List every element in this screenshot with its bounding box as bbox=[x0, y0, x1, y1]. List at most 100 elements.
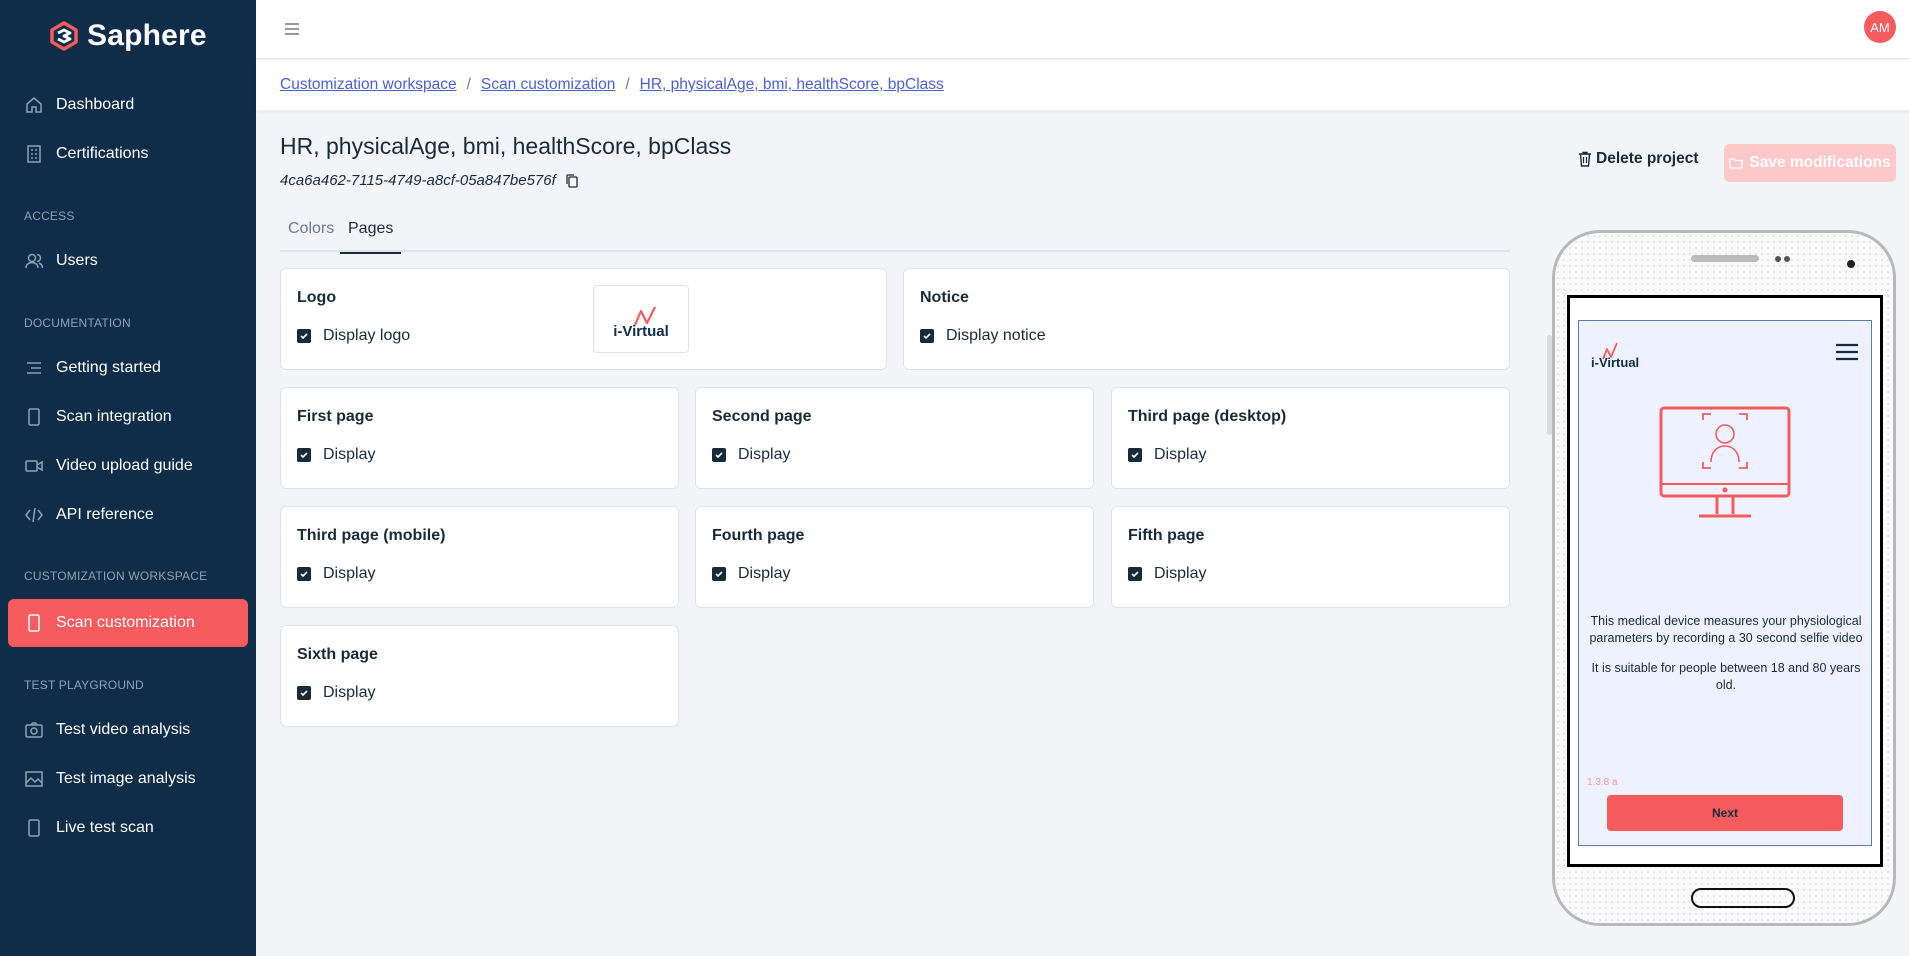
display-logo-checkbox[interactable]: Display logo bbox=[297, 327, 410, 345]
sidebar-item-scan-customization[interactable]: Scan customization bbox=[8, 599, 248, 647]
brand[interactable]: Saphere bbox=[49, 17, 207, 55]
phone-sensor bbox=[1775, 256, 1781, 262]
phone-preview: i-Virtual This medical device measures y… bbox=[1552, 230, 1896, 926]
code-icon bbox=[25, 507, 43, 523]
card-title: Fifth page bbox=[1128, 527, 1205, 544]
check-icon bbox=[300, 333, 308, 340]
checkbox-label: Display notice bbox=[946, 327, 1046, 344]
topbar: AM bbox=[256, 0, 1909, 59]
logo-lettering: i-Virtual bbox=[1591, 355, 1639, 369]
check-icon bbox=[300, 571, 308, 578]
lines-icon bbox=[27, 362, 41, 374]
copy-icon[interactable] bbox=[564, 173, 580, 189]
sixth-page-card: Sixth page Display bbox=[280, 625, 679, 727]
checkbox-label: Display bbox=[738, 446, 791, 463]
checkbox-label: Display logo bbox=[323, 327, 411, 344]
phone-speaker bbox=[1691, 255, 1759, 262]
card-title: Sixth page bbox=[297, 646, 378, 663]
i-virtual-logo-icon: i-Virtual bbox=[1591, 342, 1639, 369]
display-checkbox[interactable]: Display bbox=[1128, 565, 1206, 583]
tab-colors[interactable]: Colors bbox=[288, 220, 334, 252]
check-icon bbox=[715, 452, 723, 459]
preview-page: i-Virtual This medical device measures y… bbox=[1578, 320, 1872, 846]
tabs: Colors Pages bbox=[280, 215, 1510, 254]
sidebar-item-label: Dashboard bbox=[56, 96, 135, 113]
breadcrumb-item[interactable]: Customization workspace bbox=[280, 76, 457, 94]
fifth-page-card: Fifth page Display bbox=[1111, 506, 1510, 608]
tab-pages[interactable]: Pages bbox=[340, 220, 402, 254]
checkbox-label: Display bbox=[323, 446, 376, 463]
checkbox-label: Display bbox=[323, 565, 376, 582]
card-title: Fourth page bbox=[712, 527, 805, 544]
breadcrumb-item-current[interactable]: HR, physicalAge, bmi, healthScore, bpCla… bbox=[640, 76, 944, 94]
sidebar-item-scan-integration[interactable]: Scan integration bbox=[8, 393, 248, 441]
sidebar-item-live-test-scan[interactable]: Live test scan bbox=[8, 804, 248, 852]
sidebar-item-label: Scan customization bbox=[56, 614, 195, 631]
trash-icon bbox=[1579, 151, 1591, 167]
sidebar-item-label: Test image analysis bbox=[56, 770, 196, 787]
checkbox-checked[interactable] bbox=[297, 448, 311, 462]
display-checkbox[interactable]: Display bbox=[712, 446, 790, 464]
sidebar-item-label: API reference bbox=[56, 506, 154, 523]
sidebar-item-label: Certifications bbox=[56, 145, 149, 162]
delete-project-label: Delete project bbox=[1596, 150, 1699, 167]
sidebar-item-users[interactable]: Users bbox=[8, 237, 248, 285]
check-icon bbox=[715, 571, 723, 578]
sidebar-item-dashboard[interactable]: Dashboard bbox=[8, 81, 248, 129]
sidebar-item-getting-started[interactable]: Getting started bbox=[8, 344, 248, 392]
sidebar-item-certifications[interactable]: Certifications bbox=[8, 130, 248, 178]
card-title: Notice bbox=[920, 289, 969, 306]
phone-camera bbox=[1847, 260, 1855, 268]
image-icon bbox=[25, 771, 43, 787]
sidebar-item-label: Video upload guide bbox=[56, 457, 193, 474]
checkbox-label: Display bbox=[1154, 565, 1207, 582]
avatar[interactable]: AM bbox=[1864, 11, 1896, 43]
check-icon bbox=[300, 452, 308, 459]
display-checkbox[interactable]: Display bbox=[297, 446, 375, 464]
card-title: First page bbox=[297, 408, 374, 425]
section-documentation: DOCUMENTATION bbox=[24, 316, 131, 330]
sidebar-item-video-upload-guide[interactable]: Video upload guide bbox=[8, 442, 248, 490]
breadcrumb-separator: / bbox=[466, 76, 471, 93]
phone-home-button[interactable] bbox=[1691, 888, 1795, 908]
display-checkbox[interactable]: Display bbox=[297, 684, 375, 702]
display-checkbox[interactable]: Display bbox=[297, 565, 375, 583]
project-id-text: 4ca6a462-7115-4749-a8cf-05a847be576f bbox=[280, 172, 556, 189]
checkbox-checked[interactable] bbox=[920, 329, 934, 343]
breadcrumb-item[interactable]: Scan customization bbox=[481, 76, 615, 94]
checkbox-checked[interactable] bbox=[1128, 567, 1142, 581]
breadcrumb-separator: / bbox=[625, 76, 630, 93]
checkbox-checked[interactable] bbox=[1128, 448, 1142, 462]
phone-sensor bbox=[1784, 256, 1790, 262]
section-customization: CUSTOMIZATION WORKSPACE bbox=[24, 569, 208, 583]
third-page-mobile-card: Third page (mobile) Display bbox=[280, 506, 679, 608]
third-page-desktop-card: Third page (desktop) Display bbox=[1111, 387, 1510, 489]
sidebar: Saphere Dashboard Certifications ACCESS … bbox=[0, 0, 256, 956]
menu-icon[interactable] bbox=[1835, 343, 1859, 361]
delete-project-button[interactable]: Delete project bbox=[1578, 150, 1699, 168]
project-id: 4ca6a462-7115-4749-a8cf-05a847be576f bbox=[280, 172, 580, 189]
sidebar-item-api-reference[interactable]: API reference bbox=[8, 491, 248, 539]
card-title: Second page bbox=[712, 408, 812, 425]
checkbox-checked[interactable] bbox=[297, 329, 311, 343]
checkbox-checked[interactable] bbox=[297, 567, 311, 581]
section-access: ACCESS bbox=[24, 209, 75, 223]
preview-next-button[interactable]: Next bbox=[1607, 795, 1843, 831]
sidebar-item-test-image-analysis[interactable]: Test image analysis bbox=[8, 755, 248, 803]
sidebar-item-test-video-analysis[interactable]: Test video analysis bbox=[8, 706, 248, 754]
fourth-page-card: Fourth page Display bbox=[695, 506, 1094, 608]
checkbox-checked[interactable] bbox=[712, 448, 726, 462]
save-modifications-button[interactable]: Save modifications bbox=[1724, 144, 1896, 182]
display-checkbox[interactable]: Display bbox=[712, 565, 790, 583]
display-notice-checkbox[interactable]: Display notice bbox=[920, 327, 1046, 345]
checkbox-checked[interactable] bbox=[712, 567, 726, 581]
sidebar-item-label: Test video analysis bbox=[56, 721, 191, 738]
hamburger-menu-icon[interactable] bbox=[280, 17, 304, 41]
users-icon bbox=[25, 253, 44, 269]
display-checkbox[interactable]: Display bbox=[1128, 446, 1206, 464]
sidebar-item-label: Getting started bbox=[56, 359, 161, 376]
preview-age-notice: It is suitable for people between 18 and… bbox=[1591, 661, 1861, 692]
page-title: HR, physicalAge, bmi, healthScore, bpCla… bbox=[280, 133, 732, 159]
checkbox-checked[interactable] bbox=[297, 686, 311, 700]
folder-icon bbox=[1729, 158, 1744, 169]
